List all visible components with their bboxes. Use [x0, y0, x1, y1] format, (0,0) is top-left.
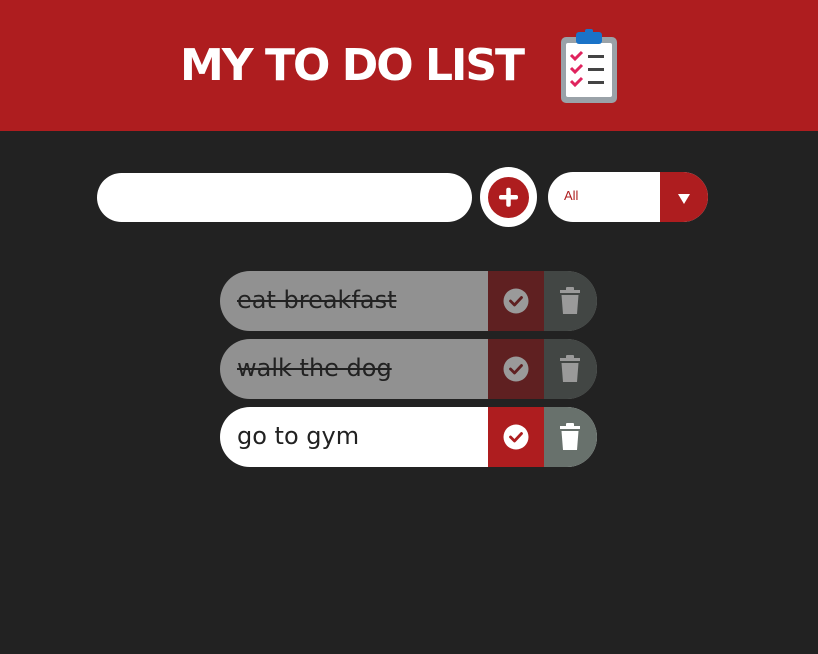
todo-text: walk the dog [237, 354, 392, 382]
todo-item: go to gym [220, 407, 597, 467]
delete-button[interactable] [544, 407, 597, 467]
todo-item: eat breakfast [220, 271, 597, 331]
todo-text: eat breakfast [237, 286, 397, 314]
caret-down-icon [678, 194, 690, 204]
todo-item: walk the dog [220, 339, 597, 399]
app-header: MY TO DO LIST [0, 0, 818, 131]
complete-button[interactable] [488, 407, 544, 467]
trash-icon [560, 355, 580, 382]
delete-button[interactable] [544, 339, 597, 399]
filter-dropdown-button[interactable] [660, 172, 708, 222]
check-circle-icon [503, 356, 529, 382]
check-circle-icon [503, 288, 529, 314]
complete-button[interactable] [488, 339, 544, 399]
filter-select[interactable]: All [548, 172, 708, 222]
todo-text: go to gym [237, 422, 360, 450]
complete-button[interactable] [488, 271, 544, 331]
clipboard-checklist-icon [561, 29, 617, 103]
plus-icon [499, 187, 518, 207]
page-title: MY TO DO LIST [180, 40, 525, 91]
trash-icon [560, 287, 580, 314]
trash-icon [560, 423, 580, 450]
check-circle-icon [503, 424, 529, 450]
add-todo-button[interactable] [480, 167, 537, 227]
delete-button[interactable] [544, 271, 597, 331]
todo-input[interactable] [97, 173, 472, 222]
todo-list: eat breakfast walk the dog go to gym [220, 271, 598, 475]
filter-selected-value: All [564, 188, 579, 203]
